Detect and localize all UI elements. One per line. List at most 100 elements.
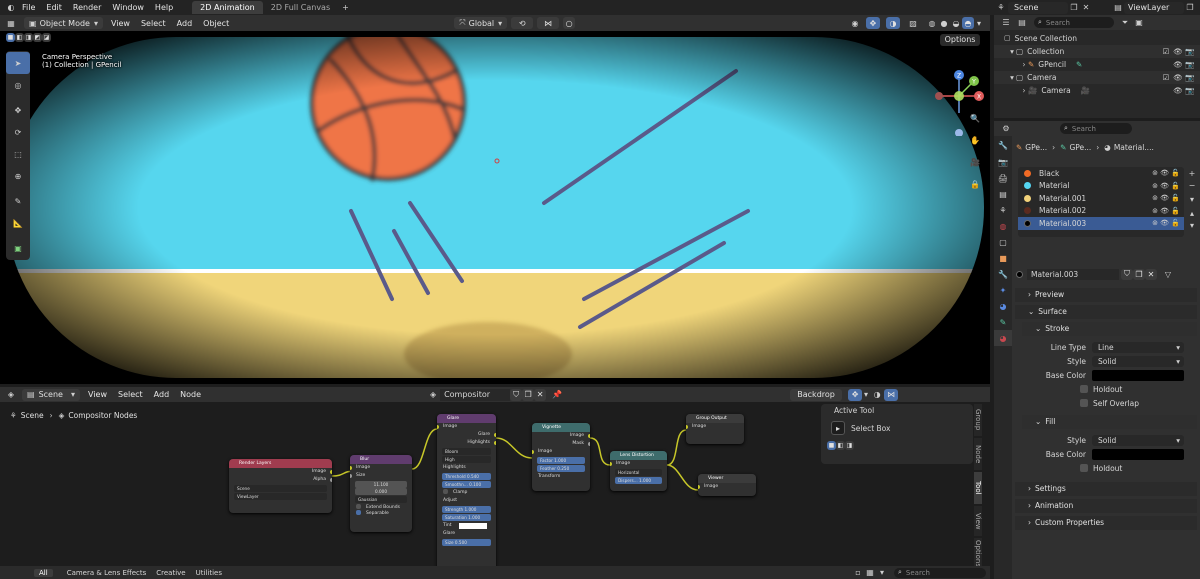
backdrop-button[interactable]: Backdrop (790, 388, 843, 401)
glare-saturation-field[interactable]: Saturation 1.000 (442, 514, 491, 521)
tool-rotate[interactable]: ⟳ (6, 121, 30, 143)
eye-icon[interactable]: 👁 (1172, 84, 1184, 97)
menu-window[interactable]: Window (112, 3, 144, 12)
camera-restrict-icon[interactable]: 📷 (1184, 58, 1196, 71)
chevron-right-icon[interactable]: › (1020, 58, 1028, 71)
view-layer-tab-icon[interactable]: ▤ (994, 186, 1012, 202)
world-tab-icon[interactable]: ◍ (994, 218, 1012, 234)
material-flags-icon[interactable]: ⊚ 👁 🔓 (1152, 219, 1180, 227)
tool-select[interactable]: ➤ (6, 52, 30, 74)
orientation-dropdown[interactable]: ⤧ Global ▾ (454, 17, 508, 29)
glare-type-dropdown[interactable]: Bloom (442, 448, 491, 455)
node-menu-node[interactable]: Node (180, 390, 201, 399)
panel-animation[interactable]: › Animation (1015, 499, 1197, 513)
material-tab-icon[interactable]: ◕ (994, 330, 1012, 346)
viewport-menu-select[interactable]: Select (141, 19, 166, 28)
camera-restrict-icon[interactable]: 📷 (1184, 45, 1196, 58)
fill-color-swatch[interactable] (1092, 448, 1184, 460)
fake-user-shield-icon[interactable]: ⛉ (1121, 268, 1133, 280)
unlink-material-icon[interactable]: ✕ (1145, 268, 1157, 280)
material-flags-icon[interactable]: ⊚ 👁 🔓 (1152, 194, 1180, 202)
select-new-icon[interactable]: ■ (6, 33, 15, 42)
tool-tab-icon[interactable]: 🔧 (994, 136, 1012, 154)
menu-edit[interactable]: Edit (46, 3, 62, 12)
panel-fill[interactable]: ⌄ Fill (1022, 415, 1197, 429)
scene-tab-icon[interactable]: ⚘ (994, 202, 1012, 218)
duplicate-material-icon[interactable]: ❐ (1133, 268, 1145, 280)
blur-size-y[interactable]: 0.000 (355, 488, 407, 495)
fill-holdout-row[interactable]: Holdout (1012, 462, 1200, 474)
gpencil-data-icon[interactable]: ✎ (1076, 58, 1082, 71)
glare-clamp[interactable]: Clamp (437, 489, 496, 497)
glare-quality-dropdown[interactable]: High (442, 456, 491, 463)
outliner-filter-mode-icon[interactable]: ▤ (1014, 18, 1030, 27)
material-slot-black[interactable]: Black ⊚ 👁 🔓 (1018, 167, 1184, 180)
camera-data-icon[interactable]: 🎥 (1081, 84, 1090, 97)
viewport[interactable]: ■ ◧ ◨ ◩ ◪ Camera Perspective (1) Collect… (0, 31, 990, 384)
fill-style-dropdown[interactable]: Solid ▾ (1092, 434, 1184, 446)
fill-holdout-checkbox[interactable] (1080, 464, 1088, 472)
new-collection-icon[interactable]: ▣ (1132, 18, 1146, 27)
glare-section-adjust[interactable]: Adjust (437, 497, 496, 505)
sidebar-tab-node[interactable]: Node (974, 438, 982, 470)
tool-scale[interactable]: ⬚ (6, 143, 30, 165)
glare-section-highlights[interactable]: Highlights (437, 464, 496, 472)
viewport-menu-view[interactable]: View (111, 19, 130, 28)
close-scene-icon[interactable]: ✕ (1080, 3, 1092, 12)
menu-help[interactable]: Help (155, 3, 173, 12)
tool-measure[interactable]: 📐 (6, 212, 30, 234)
select-intersect-icon[interactable]: ◪ (42, 33, 51, 42)
node-tree-name[interactable]: Compositor Nodes (440, 388, 511, 411)
node-canvas[interactable]: ⚘ Scene › ◈ Compositor Nodes Render Laye… (0, 402, 990, 566)
node-snap-icon[interactable]: ⋈ (884, 388, 899, 401)
active-tool-title[interactable]: Active Tool (821, 404, 973, 417)
select-subtract-icon[interactable]: ◨ (24, 33, 33, 42)
eye-icon[interactable]: 👁 (1172, 45, 1184, 58)
copy-scene-icon[interactable]: ❐ (1068, 3, 1080, 12)
glare-section-glare[interactable]: Glare (437, 530, 496, 538)
sidebar-tab-tool[interactable]: Tool (974, 472, 982, 504)
chevron-right-icon[interactable]: › (1020, 84, 1028, 97)
node-gizmo-icon[interactable]: ✥ (848, 388, 863, 401)
object-tab-icon[interactable]: ■ (994, 250, 1012, 266)
lock-camera-icon[interactable]: 🔒 (966, 173, 984, 195)
glare-smoothness-field[interactable]: Smoothn... 0.100 (442, 481, 491, 488)
node-menu-select[interactable]: Select (118, 390, 143, 399)
outliner-type-icon[interactable]: ☰ (998, 18, 1014, 27)
tool-mode-new-icon[interactable]: ■ (827, 441, 836, 450)
move-up-icon[interactable]: ▴ (1186, 207, 1198, 219)
lens-type-dropdown[interactable]: Horizontal (615, 469, 662, 476)
material-flags-icon[interactable]: ⊚ 👁 🔓 (1152, 182, 1180, 190)
panel-preview[interactable]: › Preview (1015, 288, 1197, 302)
viewport-menu-object[interactable]: Object (203, 19, 229, 28)
fake-user-shield-icon[interactable]: ⛉ (510, 388, 523, 401)
visibility-icon[interactable]: ◉ (848, 19, 862, 28)
object-data-tab-icon[interactable]: ✎ (994, 314, 1012, 330)
eye-icon[interactable]: 👁 (1172, 71, 1184, 84)
group-output-node[interactable]: Group Output Image (686, 414, 744, 444)
proportional-edit-icon[interactable]: ○ (563, 17, 576, 29)
effects-tab-icon[interactable]: ✦ (994, 282, 1012, 298)
render-layers-scene-field[interactable]: Scene (234, 485, 327, 492)
add-workspace-icon[interactable]: + (342, 3, 349, 12)
material-flags-icon[interactable]: ⊚ 👁 🔓 (1152, 169, 1180, 177)
scene-selector[interactable]: ⚘ Scene ❐ ✕ (994, 1, 1092, 14)
remove-slot-icon[interactable]: − (1186, 179, 1198, 191)
shelf-size-icon[interactable]: ▫ (852, 568, 864, 577)
xray-icon[interactable]: ▨ (906, 19, 920, 28)
stroke-holdout-checkbox[interactable] (1080, 385, 1088, 393)
render-layers-node[interactable]: Render Layers Image Alpha Scene ViewLaye… (229, 459, 332, 513)
outliner-collection[interactable]: ▾ ▢ Collection ☑ 👁 📷 (994, 45, 1200, 58)
viewer-node[interactable]: Viewer Image (698, 474, 756, 496)
node-overlay-chevron-icon[interactable]: ▾ (862, 390, 870, 399)
material-slot-material[interactable]: Material ⊚ 👁 🔓 (1018, 180, 1184, 193)
checkbox-icon[interactable]: ☑ (1160, 45, 1172, 58)
vignette-transform-section[interactable]: Transform (532, 473, 590, 481)
shading-options-icon[interactable]: ▾ (974, 19, 984, 28)
select-box-icon[interactable]: ▸ (831, 421, 845, 435)
copy-viewlayer-icon[interactable]: ❐ (1184, 3, 1196, 12)
viewlayer-selector[interactable]: ▤ ViewLayer ❐ (1112, 1, 1196, 14)
panel-surface[interactable]: ⌄ Surface (1015, 305, 1197, 319)
stroke-line-type-dropdown[interactable]: Line ▾ (1092, 341, 1184, 353)
checkbox-icon[interactable]: ☑ (1160, 71, 1172, 84)
